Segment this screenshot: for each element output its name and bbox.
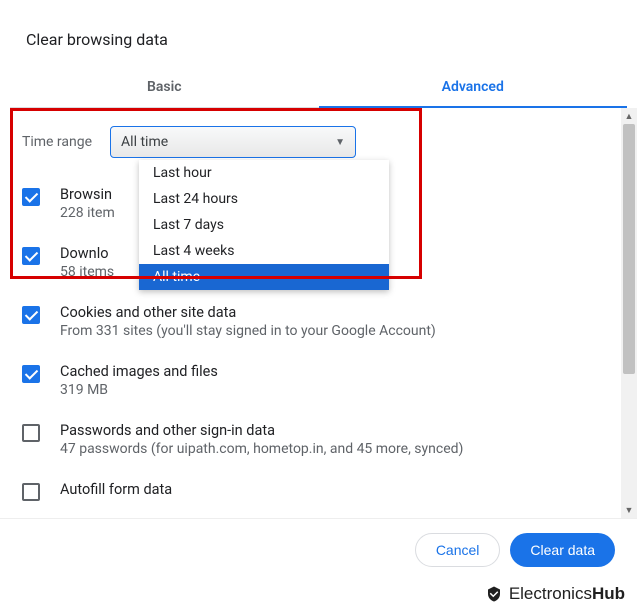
dropdown-option-last-hour[interactable]: Last hour (139, 160, 389, 186)
item-title: Passwords and other sign-in data (60, 422, 463, 439)
checkbox-cookies[interactable] (22, 306, 40, 324)
time-range-label: Time range (22, 134, 92, 150)
item-subtitle: 47 passwords (for uipath.com, hometop.in… (60, 441, 463, 457)
tab-advanced[interactable]: Advanced (319, 67, 628, 107)
time-range-row: Time range All time ▼ (22, 126, 615, 158)
item-subtitle: From 331 sites (you'll stay signed in to… (60, 323, 436, 339)
scrollbar[interactable]: ▲ ▼ (621, 108, 637, 518)
dropdown-option-last-7-days[interactable]: Last 7 days (139, 212, 389, 238)
item-subtitle: 58 items (60, 264, 114, 280)
content-area: Time range All time ▼ Browsin 228 item D… (0, 108, 637, 518)
dropdown-option-all-time[interactable]: All time (139, 264, 389, 290)
chevron-down-icon: ▼ (335, 137, 345, 148)
list-item: Cookies and other site data From 331 sit… (22, 294, 615, 353)
time-range-select[interactable]: All time ▼ (110, 126, 356, 158)
item-title: Downlo (60, 245, 114, 262)
list-item: Passwords and other sign-in data 47 pass… (22, 412, 615, 471)
checkbox-browsing-history[interactable] (22, 188, 40, 206)
item-title: Autofill form data (60, 481, 172, 498)
dialog-title: Clear browsing data (0, 20, 637, 67)
item-title: Cookies and other site data (60, 304, 436, 321)
watermark: ElectronicsHub (485, 584, 625, 604)
checkbox-passwords[interactable] (22, 424, 40, 442)
shield-icon (485, 585, 503, 603)
scroll-up-icon[interactable]: ▲ (621, 108, 637, 124)
dropdown-option-last-4-weeks[interactable]: Last 4 weeks (139, 238, 389, 264)
clear-data-button[interactable]: Clear data (510, 533, 615, 567)
cancel-button[interactable]: Cancel (415, 533, 501, 567)
tab-basic[interactable]: Basic (10, 67, 319, 107)
checkbox-autofill[interactable] (22, 483, 40, 501)
list-item: Autofill form data (22, 471, 615, 515)
scroll-down-icon[interactable]: ▼ (621, 502, 637, 518)
item-subtitle: 228 item (60, 205, 115, 221)
dropdown-option-last-24-hours[interactable]: Last 24 hours (139, 186, 389, 212)
watermark-text: ElectronicsHub (509, 584, 625, 604)
item-title: Cached images and files (60, 363, 218, 380)
list-item: Cached images and files 319 MB (22, 353, 615, 412)
scroll-thumb[interactable] (623, 124, 635, 374)
tabs: Basic Advanced (10, 67, 627, 108)
item-subtitle: 319 MB (60, 382, 218, 398)
time-range-dropdown: Last hour Last 24 hours Last 7 days Last… (139, 160, 389, 290)
item-title: Browsin (60, 186, 115, 203)
time-range-value: All time (121, 134, 168, 150)
checkbox-download-history[interactable] (22, 247, 40, 265)
clear-browsing-data-dialog: Clear browsing data Basic Advanced Time … (0, 0, 637, 581)
dialog-footer: Cancel Clear data (0, 518, 637, 581)
checkbox-cached[interactable] (22, 365, 40, 383)
